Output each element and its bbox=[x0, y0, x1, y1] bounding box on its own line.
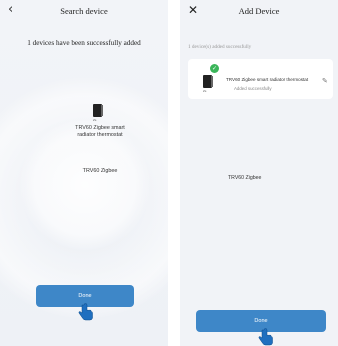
top-bar: ‹ Search device bbox=[0, 0, 168, 30]
search-device-screen: ‹ Search device 1 devices have been succ… bbox=[0, 0, 168, 346]
edit-pencil-icon[interactable]: ✎ bbox=[322, 77, 328, 85]
top-bar: ✕ Add Device bbox=[180, 0, 338, 30]
radar-ring-inner bbox=[20, 120, 150, 250]
page-title: Search device bbox=[60, 6, 108, 16]
device-short-label: TRV60 Zigbee bbox=[82, 168, 118, 174]
pointing-hand-icon bbox=[78, 303, 93, 321]
device-name: TRV60 Zigbee smart radiator thermostat bbox=[226, 77, 309, 82]
page-title: Add Device bbox=[238, 6, 280, 16]
thermostat-device-icon: Zs bbox=[203, 75, 213, 93]
device-short-label: TRV60 Zigbee bbox=[228, 175, 262, 181]
device-status: Added successfully bbox=[234, 86, 272, 91]
pointing-hand-icon bbox=[258, 328, 273, 346]
success-message: 1 devices have been successfully added bbox=[27, 39, 141, 47]
added-device-card[interactable]: Zs ✓ TRV60 Zigbee smart radiator thermos… bbox=[188, 59, 333, 99]
added-count-label: 1 device(s) added successfully bbox=[188, 44, 252, 50]
device-name: TRV60 Zigbee smart radiator thermostat bbox=[75, 125, 125, 138]
add-device-screen: ✕ Add Device 1 device(s) added successfu… bbox=[180, 0, 338, 346]
thermostat-device-icon: Zs bbox=[93, 104, 103, 122]
success-check-icon: ✓ bbox=[210, 64, 219, 73]
